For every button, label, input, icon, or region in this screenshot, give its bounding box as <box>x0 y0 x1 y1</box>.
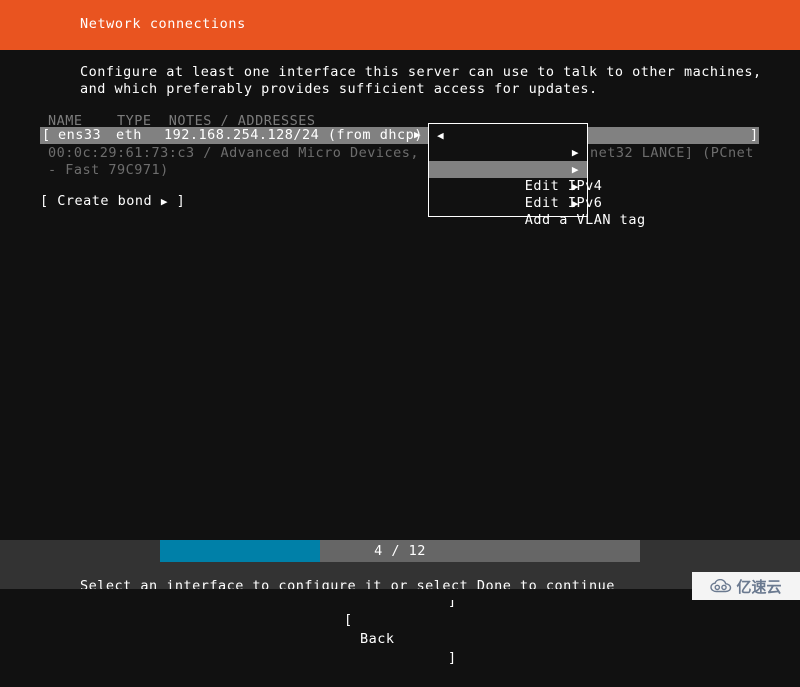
menu-item-label: Add a VLAN tag <box>524 212 646 228</box>
back-label: Back <box>360 631 395 647</box>
back-open-bracket: [ <box>344 612 353 628</box>
chevron-right-icon: ▶ <box>571 197 579 210</box>
create-bond-open-bracket: [ <box>40 193 49 209</box>
chevron-right-icon: ▶ <box>571 180 579 193</box>
watermark-text: 亿速云 <box>736 577 782 596</box>
row-notes-cell: 192.168.254.128/24 (from dhcp) <box>164 127 423 143</box>
progress-bar: 4 / 12 <box>0 540 800 562</box>
menu-item-info[interactable]: Info ▶ <box>429 144 587 177</box>
row-detail-line-2: - Fast 79C971) <box>48 162 169 178</box>
back-close-bracket: ] <box>448 650 457 666</box>
row-detail-line-1: 00:0c:29:61:73:c3 / Advanced Micro Devic… <box>48 145 445 161</box>
row-type-cell: eth <box>116 127 142 143</box>
terminal-screen: Network connections Configure at least o… <box>0 0 800 666</box>
chevron-right-icon: ▶ <box>571 163 579 176</box>
menu-item-add-vlan-tag[interactable]: Add a VLAN tag ▶ <box>429 195 645 228</box>
progress-track: 4 / 12 <box>160 540 640 562</box>
chevron-right-icon: ▶ <box>160 195 168 208</box>
chevron-left-icon: ◀ <box>437 129 445 142</box>
create-bond-close-bracket: ] <box>176 193 186 209</box>
chevron-right-icon[interactable]: ▶ <box>414 126 421 143</box>
row-open-bracket: [ <box>42 127 51 143</box>
cloud-logo-icon <box>710 579 732 593</box>
menu-item-edit-ipv4[interactable]: Edit IPv4 ▶ <box>429 161 602 194</box>
page-description: Configure at least one interface this se… <box>80 64 762 97</box>
create-bond-button[interactable]: [ Create bond ▶ ] <box>40 193 185 209</box>
bottom-filler <box>0 589 800 600</box>
row-detail-text-right: net32 LANCE] (PCnet <box>590 145 754 161</box>
context-menu[interactable]: ◀ (close) Info ▶ Edit IPv4 ▶ Edit IPv6 ▶… <box>428 123 645 228</box>
progress-label: 4 / 12 <box>374 543 426 559</box>
menu-item-close[interactable]: ◀ (close) <box>429 127 587 177</box>
row-name-cell: ens33 <box>58 127 102 143</box>
create-bond-label: Create bond <box>57 193 153 209</box>
page-title: Network connections <box>80 16 246 32</box>
row-close-bracket: ] <box>750 127 759 143</box>
chevron-right-icon: ▶ <box>571 146 579 159</box>
row-detail-text: 00:0c:29:61:73:c3 / Advanced Micro Devic… <box>48 145 445 179</box>
app-header: Network connections <box>0 0 800 50</box>
menu-item-edit-ipv6[interactable]: Edit IPv6 ▶ <box>429 178 602 211</box>
watermark: 亿速云 <box>692 572 800 600</box>
table-row-ens33[interactable]: [ ens33 eth 192.168.254.128/24 (from dhc… <box>40 127 759 144</box>
